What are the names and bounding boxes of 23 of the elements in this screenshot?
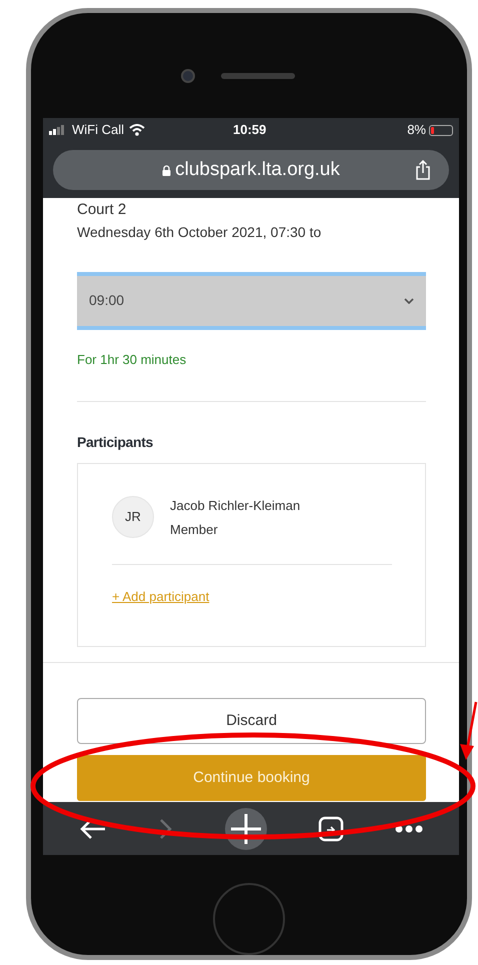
url-text: clubspark.lta.org.uk [175, 158, 340, 182]
tabs-icon[interactable] [318, 816, 344, 842]
battery-percent: 8% [407, 121, 426, 140]
lock-icon [162, 164, 172, 176]
camera-icon [181, 69, 195, 83]
clock-time: 10:59 [233, 121, 266, 140]
battery-icon [429, 124, 453, 136]
participants-heading: Participants [77, 433, 154, 452]
chevron-down-icon [404, 298, 414, 304]
plus-icon[interactable] [224, 808, 267, 850]
address-bar[interactable]: clubspark.lta.org.uk [53, 150, 449, 190]
date-time-text: Wednesday 6th October 2021, 07:30 to [77, 222, 322, 242]
avatar-initials: JR [112, 496, 154, 538]
discard-button[interactable]: Discard [77, 698, 426, 744]
carrier-label: WiFi Call [72, 121, 124, 140]
participant-name: Jacob Richler-Kleiman [170, 497, 300, 516]
share-icon[interactable] [415, 160, 431, 180]
duration-text: For 1hr 30 minutes [77, 350, 188, 369]
participant-role: Member [170, 521, 219, 540]
end-time-select[interactable]: 09:00 [77, 272, 426, 330]
more-icon[interactable] [395, 824, 424, 833]
wifi-icon [129, 124, 145, 136]
court-name: Court 2 [77, 200, 128, 220]
